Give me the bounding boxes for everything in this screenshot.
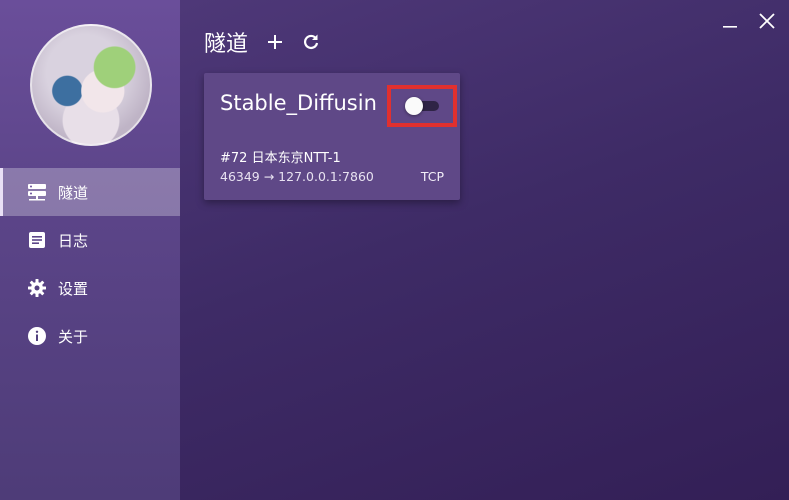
avatar[interactable] xyxy=(30,24,152,146)
tunnel-name: Stable_Diffusin xyxy=(220,91,377,115)
server-icon xyxy=(26,181,48,203)
highlight-box xyxy=(387,85,457,127)
toggle-knob xyxy=(405,97,423,115)
sidebar-item-label: 设置 xyxy=(58,279,89,298)
sidebar: 隧道 日志 设置 关于 xyxy=(0,0,180,500)
tunnel-card[interactable]: Stable_Diffusin #72 日本东京NTT-1 46349 → 12… xyxy=(204,73,460,200)
add-tunnel-button[interactable] xyxy=(262,29,288,55)
close-icon xyxy=(759,13,775,29)
sidebar-nav: 隧道 日志 设置 关于 xyxy=(0,168,180,360)
sidebar-item-tunnels[interactable]: 隧道 xyxy=(0,168,180,216)
log-icon xyxy=(26,229,48,251)
sidebar-item-logs[interactable]: 日志 xyxy=(0,216,180,264)
close-button[interactable] xyxy=(754,10,780,32)
page-header: 隧道 xyxy=(204,26,334,58)
gear-icon xyxy=(26,277,48,299)
tunnel-route: 46349 → 127.0.0.1:7860 xyxy=(220,169,374,184)
tunnel-protocol: TCP xyxy=(420,169,444,184)
minimize-button[interactable] xyxy=(717,10,743,32)
info-icon xyxy=(26,325,48,347)
sidebar-item-label: 日志 xyxy=(58,231,89,250)
main-panel: 隧道 Stable_Diffusin #72 日本东京NTT-1 46349 →… xyxy=(180,0,789,500)
sidebar-item-label: 隧道 xyxy=(58,183,89,202)
tunnel-node: #72 日本东京NTT-1 xyxy=(220,151,341,166)
sidebar-item-about[interactable]: 关于 xyxy=(0,312,180,360)
minimize-icon xyxy=(723,26,737,28)
sidebar-item-label: 关于 xyxy=(58,327,89,346)
plus-icon xyxy=(268,35,283,49)
refresh-icon xyxy=(304,34,319,50)
sidebar-item-settings[interactable]: 设置 xyxy=(0,264,180,312)
page-title: 隧道 xyxy=(204,32,249,57)
tunnel-toggle[interactable] xyxy=(405,97,439,115)
refresh-button[interactable] xyxy=(298,29,324,55)
